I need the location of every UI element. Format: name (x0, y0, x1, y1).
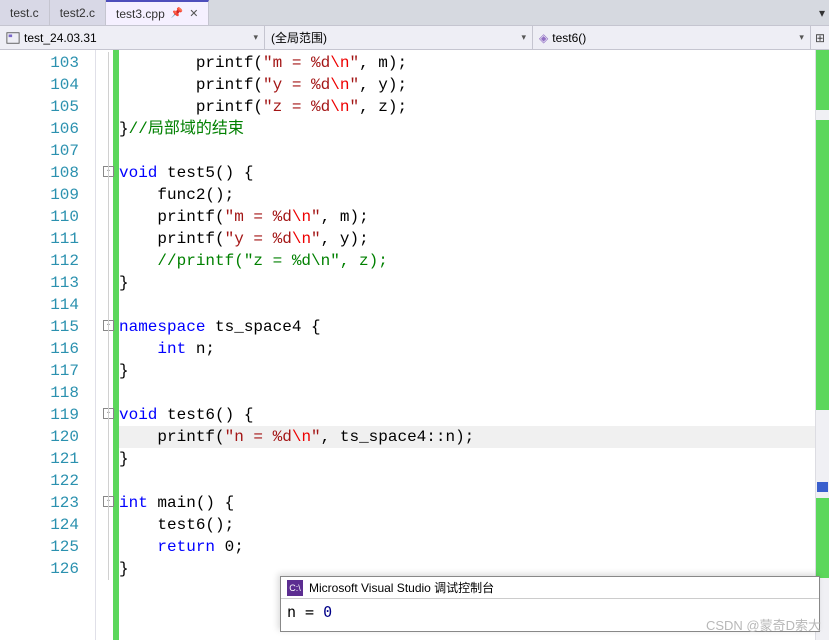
project-dropdown[interactable]: test_24.03.31 ▾ (0, 26, 265, 49)
change-mark (816, 120, 829, 410)
change-mark (816, 498, 829, 578)
watermark-text: CSDN @蒙奇D索大 (706, 615, 821, 634)
code-line[interactable]: } (119, 272, 829, 294)
close-icon[interactable]: ✕ (189, 7, 198, 20)
code-line[interactable]: printf("n = %d\n", ts_space4::n); (119, 426, 829, 448)
code-line[interactable]: -void test5() { (119, 162, 829, 184)
outline-margin (95, 50, 113, 640)
code-line[interactable]: printf("y = %d\n", y); (119, 228, 829, 250)
dropdown-icon[interactable]: ▾ (819, 6, 825, 20)
code-line[interactable]: printf("y = %d\n", y); (119, 74, 829, 96)
code-line[interactable]: //printf("z = %d\n", z); (119, 250, 829, 272)
tab-test-c[interactable]: test.c (0, 0, 50, 25)
tab-test3-cpp[interactable]: test3.cpp 📌 ✕ (106, 0, 209, 25)
code-line[interactable]: test6(); (119, 514, 829, 536)
cursor-mark (817, 482, 828, 492)
line-number-gutter: 1031041051061071081091101111121131141151… (0, 50, 95, 640)
pin-icon[interactable]: 📌 (171, 8, 183, 19)
code-editor[interactable]: 1031041051061071081091101111121131141151… (0, 50, 829, 640)
nav-bar: test_24.03.31 ▾ (全局范围) ▾ ◈ test6() ▾ ⊞ (0, 26, 829, 50)
chevron-down-icon: ▾ (253, 32, 258, 43)
code-line[interactable]: -namespace ts_space4 { (119, 316, 829, 338)
code-line[interactable]: } (119, 448, 829, 470)
code-line[interactable]: }//局部域的结束 (119, 118, 829, 140)
code-line[interactable] (119, 470, 829, 492)
project-icon (6, 31, 20, 45)
code-line[interactable]: -void test6() { (119, 404, 829, 426)
code-line[interactable]: func2(); (119, 184, 829, 206)
vs-icon: C:\ (287, 580, 303, 596)
code-line[interactable]: -int main() { (119, 492, 829, 514)
code-line[interactable] (119, 140, 829, 162)
scrollbar-track[interactable] (815, 50, 829, 640)
member-label: test6() (552, 31, 586, 45)
code-line[interactable]: printf("m = %d\n", m); (119, 206, 829, 228)
code-line[interactable] (119, 382, 829, 404)
chevron-down-icon: ▾ (799, 32, 804, 43)
code-line[interactable] (119, 294, 829, 316)
code-line[interactable]: printf("m = %d\n", m); (119, 52, 829, 74)
member-dropdown[interactable]: ◈ test6() ▾ (533, 26, 811, 49)
code-line[interactable]: return 0; (119, 536, 829, 558)
scope-label: (全局范围) (271, 29, 327, 46)
project-label: test_24.03.31 (24, 31, 97, 45)
tab-bar: test.c test2.c test3.cpp 📌 ✕ ▾ (0, 0, 829, 26)
method-icon: ◈ (539, 31, 548, 45)
code-line[interactable]: printf("z = %d\n", z); (119, 96, 829, 118)
change-mark (816, 50, 829, 110)
console-title-text: Microsoft Visual Studio 调试控制台 (309, 579, 494, 596)
chevron-down-icon: ▾ (521, 32, 526, 43)
split-view-button[interactable]: ⊞ (811, 26, 829, 49)
code-area[interactable]: printf("m = %d\n", m); printf("y = %d\n"… (119, 50, 829, 640)
console-titlebar[interactable]: C:\ Microsoft Visual Studio 调试控制台 (281, 577, 819, 599)
code-line[interactable]: int n; (119, 338, 829, 360)
scope-dropdown[interactable]: (全局范围) ▾ (265, 26, 533, 49)
tab-test2-c[interactable]: test2.c (50, 0, 106, 25)
code-line[interactable]: } (119, 360, 829, 382)
